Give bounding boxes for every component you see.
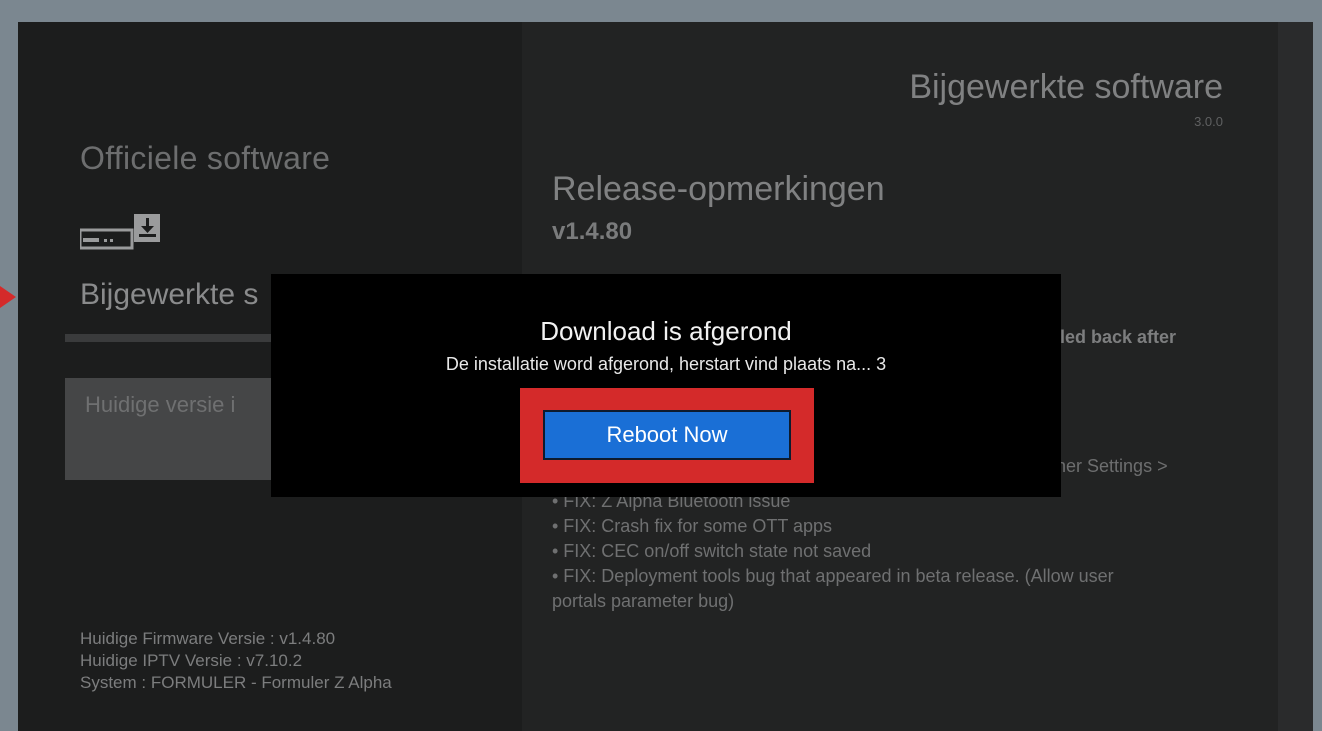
list-item: • FIX: CEC on/off switch state not saved	[552, 541, 872, 561]
firmware-version-line: Huidige Firmware Versie : v1.4.80	[80, 629, 336, 648]
dialog-title: Download is afgerond	[540, 316, 792, 346]
release-notes-list[interactable]: Screenshot path • FIX: Z Alpha Bluetooth…	[552, 476, 1252, 620]
dialog-message: De installatie word afgerond, herstart v…	[445, 354, 887, 374]
release-notes-title: Release-opmerkingen	[552, 170, 885, 208]
left-panel-subtitle: Bijgewerkte s	[80, 278, 259, 311]
current-version-text: Huidige versie i	[85, 392, 236, 417]
list-item: portals parameter bug)	[552, 591, 735, 611]
system-line: System : FORMULER - Formuler Z Alpha	[80, 673, 392, 692]
screen-edge	[1278, 22, 1313, 731]
iptv-version-line: Huidige IPTV Versie : v7.10.2	[80, 651, 303, 670]
release-version: v1.4.80	[552, 218, 633, 245]
right-panel-title: Bijgewerkte software	[909, 68, 1223, 106]
list-item: • FIX: Crash fix for some OTT apps	[552, 516, 833, 536]
left-panel-title: Officiele software	[80, 140, 331, 176]
software-version: 3.0.0	[1194, 114, 1223, 129]
pointer-arrow-icon	[0, 286, 16, 308]
tv-screen: Officiele software Bijgewerkte s Huidige…	[18, 22, 1313, 731]
reboot-now-button[interactable]: Reboot Now	[543, 410, 791, 460]
set-top-box-download-icon	[80, 214, 160, 250]
system-info: Huidige Firmware Versie : v1.4.80 Huidig…	[80, 628, 392, 694]
download-complete-dialog: Download is afgerond De installatie word…	[271, 274, 1061, 497]
list-item: • FIX: Deployment tools bug that appeare…	[552, 566, 1114, 586]
